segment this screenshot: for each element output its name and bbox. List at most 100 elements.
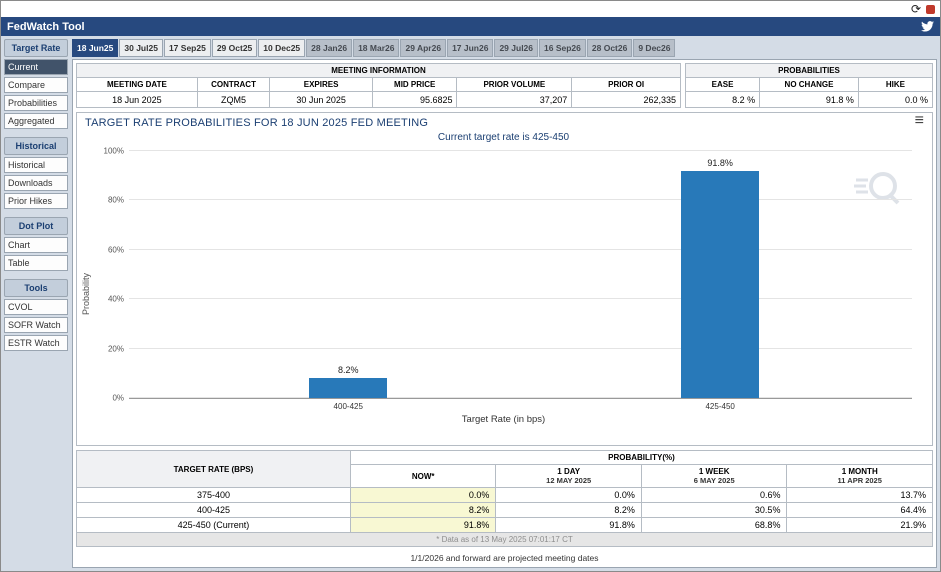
sidebar-item-sofr-watch[interactable]: SOFR Watch [4, 317, 68, 333]
tab-30-jul25[interactable]: 30 Jul25 [119, 39, 163, 57]
red-badge-icon[interactable] [926, 5, 935, 14]
sidebar: Target Rate Current Compare Probabilities Ag… [4, 39, 68, 568]
probabilities-value-row: 8.2 %91.8 %0.0 % [686, 92, 933, 108]
browser-strip: ⟳ [1, 1, 940, 17]
tab-17-jun26[interactable]: 17 Jun26 [447, 39, 493, 57]
meeting-info-table: MEETING INFORMATION MEETING DATECONTRACT… [76, 63, 681, 108]
refresh-icon[interactable]: ⟳ [911, 3, 921, 15]
tab-9-dec26[interactable]: 9 Dec26 [633, 39, 675, 57]
prob-cell: 8.2% [350, 503, 496, 518]
sidebar-item-prior-hikes[interactable]: Prior Hikes [4, 193, 68, 209]
col-header-line2: 11 APR 2025 [793, 476, 926, 485]
chart-xticks: 400-425425-450 [129, 399, 912, 413]
prob-col-header-1-day: 1 DAY12 MAY 2025 [496, 465, 642, 488]
tab-29-apr26[interactable]: 29 Apr26 [400, 39, 446, 57]
data-asof-note: * Data as of 13 May 2025 07:01:17 CT [77, 533, 933, 547]
sidebar-header-dot-plot: Dot Plot [4, 217, 68, 235]
col-header-line1: NOW* [357, 472, 490, 481]
chart-panel: TARGET RATE PROBABILITIES FOR 18 JUN 202… [76, 112, 933, 446]
col-header-line1: 1 MONTH [793, 467, 926, 476]
tab-18-mar26[interactable]: 18 Mar26 [353, 39, 399, 57]
prob-cell: 0.0% [350, 488, 496, 503]
target-rate-cell: 375-400 [77, 488, 351, 503]
probability-history-table: TARGET RATE (BPS) PROBABILITY(%) NOW* 1 D… [76, 450, 933, 547]
meeting-info-value-1: ZQM5 [197, 92, 269, 108]
chart-subtitle: Current target rate is 425-450 [85, 132, 922, 143]
sidebar-item-historical[interactable]: Historical [4, 157, 68, 173]
meeting-info-header-2: EXPIRES [270, 78, 373, 92]
probabilities-header-1: NO CHANGE [760, 78, 859, 92]
sidebar-item-cvol[interactable]: CVOL [4, 299, 68, 315]
probabilities-value-0: 8.2 % [686, 92, 760, 108]
y-tick-label: 100% [104, 147, 129, 156]
sidebar-item-probabilities[interactable]: Probabilities [4, 95, 68, 111]
sidebar-item-downloads[interactable]: Downloads [4, 175, 68, 191]
bar-425-450[interactable]: 91.8% [681, 171, 759, 398]
prob-cell: 13.7% [787, 488, 933, 503]
y-tick-label: 20% [108, 344, 129, 353]
meeting-info-header-0: MEETING DATE [77, 78, 198, 92]
prob-cell: 64.4% [787, 503, 933, 518]
bar-value-label: 8.2% [338, 365, 359, 375]
sidebar-item-aggregated[interactable]: Aggregated [4, 113, 68, 129]
tab-17-sep25[interactable]: 17 Sep25 [164, 39, 211, 57]
probabilities-header-2: HIKE [858, 78, 932, 92]
prob-cell: 91.8% [496, 518, 642, 533]
cme-logo-watermark [854, 165, 900, 216]
x-tick-label: 425-450 [705, 402, 734, 411]
gridline: 0% [129, 397, 912, 398]
twitter-icon[interactable] [921, 21, 934, 32]
gridline: 20% [129, 348, 912, 349]
x-axis-title: Target Rate (in bps) [85, 414, 922, 425]
tab-28-jan26[interactable]: 28 Jan26 [306, 39, 352, 57]
main-area: 18 Jun2530 Jul2517 Sep2529 Oct2510 Dec25… [72, 39, 937, 568]
y-axis-title: Probability [81, 273, 91, 315]
prob-col-header-1-week: 1 WEEK6 MAY 2025 [641, 465, 787, 488]
target-rate-col-header: TARGET RATE (BPS) [77, 451, 351, 488]
tab-16-sep26[interactable]: 16 Sep26 [539, 39, 586, 57]
meeting-info-value-5: 262,335 [572, 92, 681, 108]
col-header-line1: 1 DAY [502, 467, 635, 476]
probabilities-value-1: 91.8 % [760, 92, 859, 108]
sidebar-header-target-rate: Target Rate [4, 39, 68, 57]
sidebar-item-current[interactable]: Current [4, 59, 68, 75]
meeting-info-header-4: PRIOR VOLUME [457, 78, 572, 92]
meeting-info-title: MEETING INFORMATION [77, 64, 681, 78]
tab-18-jun25[interactable]: 18 Jun25 [72, 39, 118, 57]
sidebar-item-compare[interactable]: Compare [4, 77, 68, 93]
prob-table-body: 375-4000.0%0.0%0.6%13.7%400-4258.2%8.2%3… [77, 488, 933, 533]
sidebar-header-historical: Historical [4, 137, 68, 155]
gridline: 100% [129, 150, 912, 151]
y-tick-label: 80% [108, 196, 129, 205]
chart-plot-area: 0%20%40%60%80%100%8.2%91.8% [129, 151, 912, 399]
sidebar-item-chart[interactable]: Chart [4, 237, 68, 253]
tab-29-jul26[interactable]: 29 Jul26 [494, 39, 538, 57]
chart-title: TARGET RATE PROBABILITIES FOR 18 JUN 202… [85, 117, 922, 129]
probabilities-title: PROBABILITIES [686, 64, 933, 78]
sidebar-item-estr-watch[interactable]: ESTR Watch [4, 335, 68, 351]
meeting-info-value-4: 37,207 [457, 92, 572, 108]
prob-cell: 0.0% [496, 488, 642, 503]
meeting-info-header-5: PRIOR OI [572, 78, 681, 92]
app-titlebar: FedWatch Tool [1, 17, 940, 36]
y-tick-label: 0% [112, 394, 129, 403]
meeting-info-header-3: MID PRICE [372, 78, 457, 92]
chart-menu-icon[interactable]: ≡ [915, 113, 924, 129]
col-header-line2: 12 MAY 2025 [502, 476, 635, 485]
bar-value-label: 91.8% [707, 158, 733, 168]
sidebar-item-table[interactable]: Table [4, 255, 68, 271]
bar-400-425[interactable]: 8.2% [309, 378, 387, 398]
prob-cell: 21.9% [787, 518, 933, 533]
tab-28-oct26[interactable]: 28 Oct26 [587, 39, 632, 57]
probability-group-header: PROBABILITY(%) [350, 451, 932, 465]
prob-cell: 68.8% [641, 518, 787, 533]
tab-29-oct25[interactable]: 29 Oct25 [212, 39, 257, 57]
prob-row-375-400: 375-4000.0%0.0%0.6%13.7% [77, 488, 933, 503]
tab-10-dec25[interactable]: 10 Dec25 [258, 39, 305, 57]
col-header-line1: 1 WEEK [648, 467, 781, 476]
gridline: 60% [129, 249, 912, 250]
meeting-info-value-3: 95.6825 [372, 92, 457, 108]
app-title: FedWatch Tool [7, 21, 85, 33]
info-row: MEETING INFORMATION MEETING DATECONTRACT… [76, 63, 933, 108]
tab-bar: 18 Jun2530 Jul2517 Sep2529 Oct2510 Dec25… [72, 39, 937, 57]
